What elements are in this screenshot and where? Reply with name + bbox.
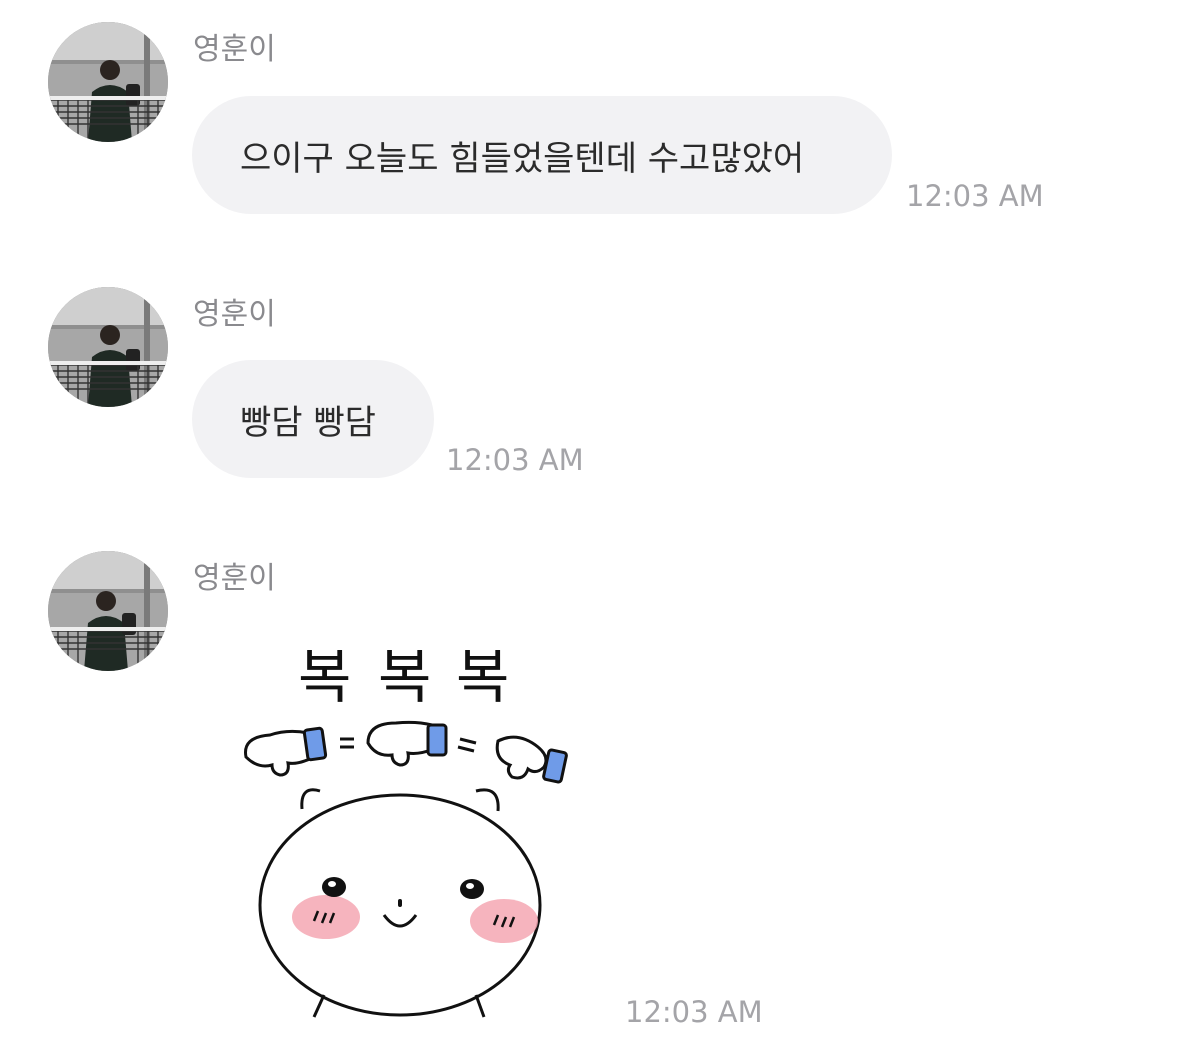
message-timestamp: 12:03 AM bbox=[625, 995, 763, 1029]
avatar[interactable] bbox=[48, 551, 168, 671]
message-text: 으이구 오늘도 힘들었을텐데 수고많았어 bbox=[240, 138, 805, 179]
sender-name: 영훈이 bbox=[193, 297, 276, 332]
avatar[interactable] bbox=[48, 287, 168, 407]
sticker-caption-char-1: 복 bbox=[298, 643, 351, 711]
message-text: 빵담 빵담 bbox=[240, 402, 376, 443]
sticker-caption-char-2: 복 bbox=[378, 643, 431, 711]
sticker-hands bbox=[244, 720, 568, 784]
message-timestamp: 12:03 AM bbox=[446, 443, 584, 477]
message-timestamp: 12:03 AM bbox=[906, 179, 1044, 213]
sticker-image[interactable]: 복 복 복 bbox=[228, 625, 588, 1025]
message-bubble[interactable]: 빵담 빵담 bbox=[192, 360, 434, 478]
sticker-caption: 복 복 복 bbox=[298, 643, 509, 711]
sender-name: 영훈이 bbox=[193, 32, 276, 67]
message-bubble[interactable]: 으이구 오늘도 힘들었을텐데 수고많았어 bbox=[192, 96, 892, 214]
sticker-caption-char-3: 복 bbox=[456, 643, 509, 711]
avatar[interactable] bbox=[48, 22, 168, 142]
sender-name: 영훈이 bbox=[193, 561, 276, 596]
